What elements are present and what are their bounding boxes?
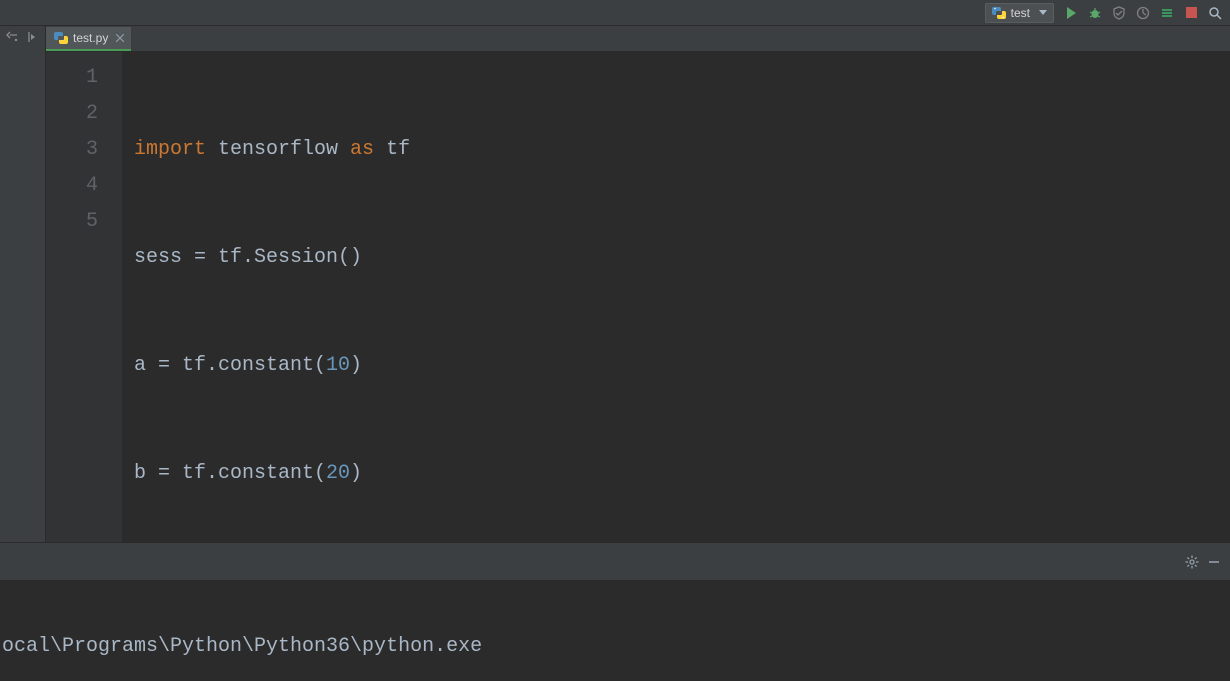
close-icon[interactable] — [115, 33, 125, 43]
debug-icon[interactable] — [1084, 2, 1106, 24]
tab-bar: test.py — [46, 26, 1230, 52]
config-icon[interactable] — [1156, 2, 1178, 24]
line-number: 2 — [46, 96, 98, 132]
line-number: 5 — [46, 204, 98, 240]
code-line[interactable]: import tensorflow as tf — [134, 132, 1230, 168]
collapse-icon[interactable] — [4, 29, 20, 45]
code-line[interactable]: b = tf.constant(20) — [134, 456, 1230, 492]
code-line[interactable]: a = tf.constant(10) — [134, 348, 1230, 384]
line-number: 3 — [46, 132, 98, 168]
line-number: 4 — [46, 168, 98, 204]
gear-icon[interactable] — [1184, 554, 1200, 570]
run-icon[interactable] — [1060, 2, 1082, 24]
toolbar-actions — [1060, 2, 1226, 24]
run-config-label: test — [1011, 6, 1030, 20]
python-config-icon — [992, 6, 1006, 20]
chevron-down-icon — [1039, 9, 1047, 17]
coverage-icon[interactable] — [1108, 2, 1130, 24]
tab-test-py[interactable]: test.py — [46, 27, 131, 51]
top-toolbar: test — [0, 0, 1230, 26]
terminal-output[interactable]: ocal\Programs\Python\Python36\python.exe — [0, 581, 1230, 679]
line-number-gutter: 1 2 3 4 5 — [46, 52, 122, 542]
tab-label: test.py — [73, 31, 108, 45]
terminal-line: ocal\Programs\Python\Python36\python.exe — [2, 635, 1230, 658]
stop-icon[interactable] — [1180, 2, 1202, 24]
profile-icon[interactable] — [1132, 2, 1154, 24]
editor[interactable]: 1 2 3 4 5 import tensorflow as tf sess =… — [46, 52, 1230, 542]
show-icon[interactable] — [24, 29, 40, 45]
hide-icon[interactable] — [1206, 554, 1222, 570]
code-area[interactable]: import tensorflow as tf sess = tf.Sessio… — [122, 52, 1230, 542]
code-line[interactable]: sess = tf.Session() — [134, 240, 1230, 276]
search-everywhere-icon[interactable] — [1204, 2, 1226, 24]
tool-window-header[interactable] — [0, 542, 1230, 581]
run-config-dropdown[interactable]: test — [985, 3, 1054, 23]
python-file-icon — [54, 31, 68, 45]
line-number: 1 — [46, 60, 98, 96]
left-gutter — [0, 26, 46, 581]
